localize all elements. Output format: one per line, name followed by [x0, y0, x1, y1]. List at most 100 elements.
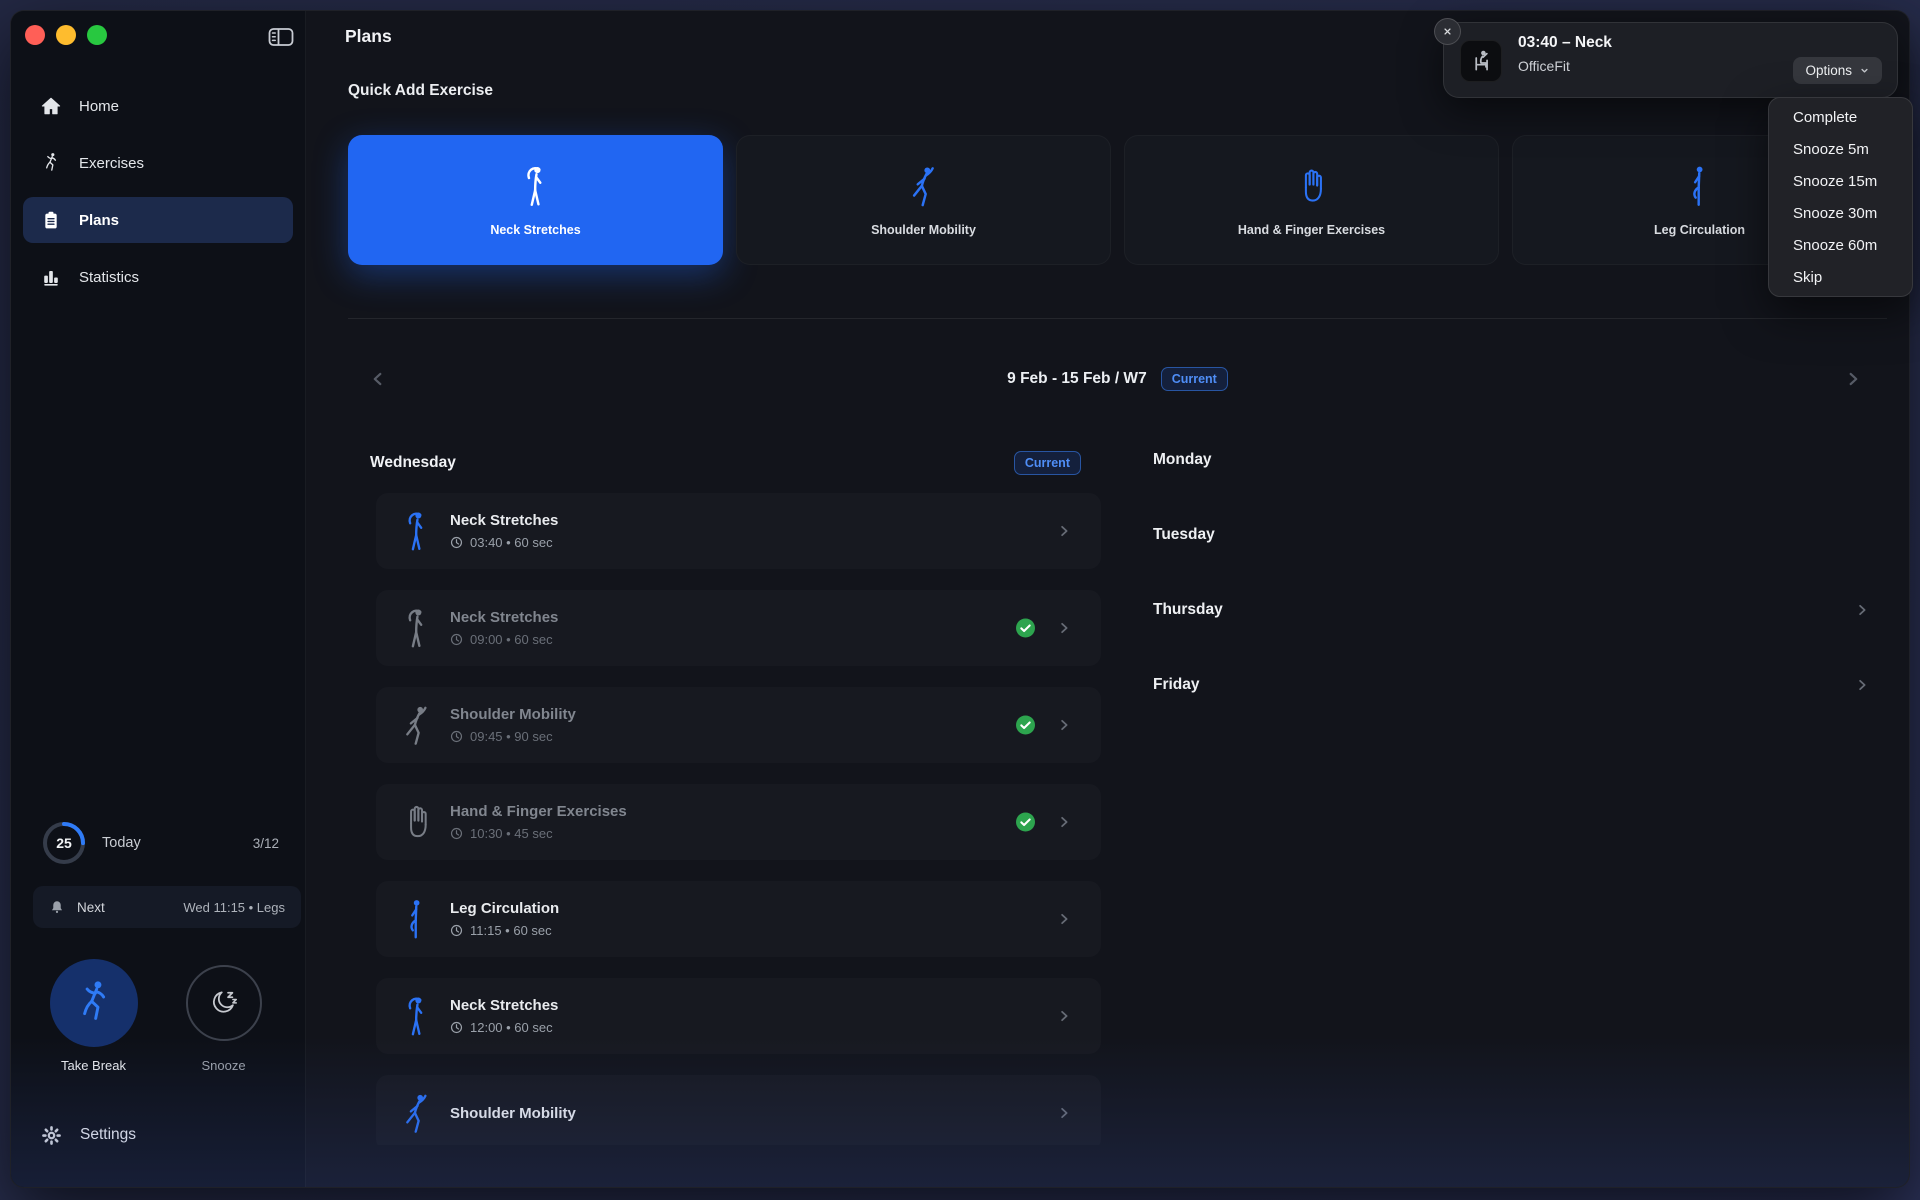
chevron-right-icon — [1055, 1007, 1073, 1025]
menu-item-snooze-30m[interactable]: Snooze 30m — [1769, 197, 1912, 229]
menu-item-complete[interactable]: Complete — [1769, 101, 1912, 133]
next-detail: Wed 11:15 • Legs — [183, 900, 285, 915]
quick-add-card-hand-finger[interactable]: Hand & Finger Exercises — [1124, 135, 1499, 265]
exercise-schedule: 11:15 • 60 sec — [470, 923, 552, 938]
minimize-window-button[interactable] — [56, 25, 76, 45]
hand-icon — [1297, 164, 1327, 208]
today-progress-count: 3/12 — [253, 836, 279, 851]
exercise-row[interactable]: Neck Stretches 03:40 • 60 sec — [376, 493, 1101, 569]
settings-label: Settings — [80, 1126, 136, 1144]
take-break-button[interactable] — [50, 959, 138, 1047]
snooze-button[interactable] — [186, 965, 262, 1041]
menu-item-skip[interactable]: Skip — [1769, 261, 1912, 293]
sidebar-toggle-icon — [268, 27, 294, 47]
exercise-name: Neck Stretches — [450, 609, 558, 626]
completed-check-icon — [1016, 619, 1035, 638]
wednesday-header: Wednesday Current — [370, 451, 1101, 475]
options-menu: Complete Snooze 5m Snooze 15m Snooze 30m… — [1768, 97, 1913, 297]
exercise-row[interactable]: Neck Stretches 09:00 • 60 sec — [376, 590, 1101, 666]
day-label: Thursday — [1153, 601, 1223, 619]
completed-check-icon — [1016, 716, 1035, 735]
app-window: Home Exercises Plans Statistics — [10, 10, 1910, 1188]
bell-icon — [49, 899, 65, 915]
exercise-schedule: 09:45 • 90 sec — [470, 729, 553, 744]
clock-icon — [450, 827, 463, 840]
exercise-schedule: 10:30 • 45 sec — [470, 826, 553, 841]
chair-person-icon — [1468, 48, 1494, 74]
chevron-down-icon — [1859, 65, 1870, 76]
desktop: Home Exercises Plans Statistics — [0, 0, 1920, 1200]
sidebar-item-settings[interactable]: Settings — [41, 1117, 136, 1153]
close-window-button[interactable] — [25, 25, 45, 45]
notification-banner: 03:40 – Neck OfficeFit Options — [1443, 22, 1898, 98]
menu-item-snooze-15m[interactable]: Snooze 15m — [1769, 165, 1912, 197]
take-break-label: Take Break — [61, 1058, 126, 1073]
neck-stretch-icon — [402, 510, 432, 552]
next-reminder-pill: Next Wed 11:15 • Legs — [33, 886, 301, 928]
sidebar-item-plans[interactable]: Plans — [23, 197, 293, 243]
sidebar-item-label: Home — [79, 98, 119, 115]
chevron-right-icon — [1853, 601, 1871, 619]
next-week-button[interactable] — [1839, 365, 1867, 393]
notification-close-button[interactable] — [1434, 18, 1461, 45]
moon-icon — [208, 987, 240, 1019]
previous-week-button[interactable] — [364, 365, 392, 393]
exercise-name: Shoulder Mobility — [450, 1105, 576, 1122]
exercise-name: Shoulder Mobility — [450, 706, 576, 723]
day-title: Wednesday — [370, 454, 456, 472]
quick-add-card-shoulder-mobility[interactable]: Shoulder Mobility — [736, 135, 1111, 265]
chevron-right-icon — [1055, 910, 1073, 928]
exercise-row[interactable]: Shoulder Mobility — [376, 1075, 1101, 1145]
sidebar-item-home[interactable]: Home — [23, 83, 293, 129]
exercise-row[interactable]: Shoulder Mobility 09:45 • 90 sec — [376, 687, 1101, 763]
day-row-thursday[interactable]: Thursday — [1143, 582, 1883, 638]
next-label: Next — [77, 900, 105, 915]
runner-icon — [40, 152, 62, 174]
sidebar-toggle-button[interactable] — [268, 27, 294, 47]
close-icon — [1441, 25, 1454, 38]
chevron-right-icon — [1055, 813, 1073, 831]
clock-icon — [450, 1021, 463, 1034]
menu-item-snooze-5m[interactable]: Snooze 5m — [1769, 133, 1912, 165]
day-label: Monday — [1153, 451, 1212, 469]
zoom-window-button[interactable] — [87, 25, 107, 45]
menu-item-snooze-60m[interactable]: Snooze 60m — [1769, 229, 1912, 261]
options-button[interactable]: Options — [1793, 57, 1882, 84]
today-label: Today — [102, 835, 141, 851]
chevron-right-icon — [1055, 1104, 1073, 1122]
quick-add-card-neck-stretches[interactable]: Neck Stretches — [348, 135, 723, 265]
chevron-right-icon — [1853, 676, 1871, 694]
sidebar-item-statistics[interactable]: Statistics — [23, 254, 293, 300]
completed-check-icon — [1016, 813, 1035, 832]
week-current-badge: Current — [1161, 367, 1228, 391]
snooze-action: Snooze — [174, 959, 274, 1073]
leg-circulation-icon — [1685, 164, 1715, 208]
options-label: Options — [1805, 63, 1852, 78]
exercise-row[interactable]: Leg Circulation 11:15 • 60 sec — [376, 881, 1101, 957]
day-row-monday[interactable]: Monday — [1143, 432, 1883, 488]
sidebar-item-label: Plans — [79, 212, 119, 229]
hand-icon — [402, 801, 432, 843]
today-progress-ring: 25 — [41, 820, 87, 866]
take-break-action: Take Break — [44, 959, 144, 1073]
home-icon — [40, 95, 62, 117]
quick-actions: Take Break Snooze — [11, 959, 306, 1073]
shoulder-mobility-icon — [402, 1092, 432, 1134]
chevron-right-icon — [1055, 716, 1073, 734]
today-progress: 25 Today 3/12 — [41, 819, 279, 867]
exercise-name: Hand & Finger Exercises — [450, 803, 627, 820]
other-days-list: Monday Tuesday Thursday Friday — [1143, 432, 1883, 732]
day-label: Friday — [1153, 676, 1200, 694]
card-label: Neck Stretches — [490, 223, 580, 237]
sidebar-item-label: Exercises — [79, 155, 144, 172]
exercise-row[interactable]: Hand & Finger Exercises 10:30 • 45 sec — [376, 784, 1101, 860]
day-row-friday[interactable]: Friday — [1143, 657, 1883, 713]
chevron-left-icon — [367, 368, 389, 390]
sidebar-item-exercises[interactable]: Exercises — [23, 140, 293, 186]
exercise-row[interactable]: Neck Stretches 12:00 • 60 sec — [376, 978, 1101, 1054]
day-label: Tuesday — [1153, 526, 1215, 544]
section-divider — [348, 318, 1887, 319]
today-value: 25 — [41, 820, 87, 866]
day-row-tuesday[interactable]: Tuesday — [1143, 507, 1883, 563]
shoulder-mobility-icon — [909, 164, 939, 208]
